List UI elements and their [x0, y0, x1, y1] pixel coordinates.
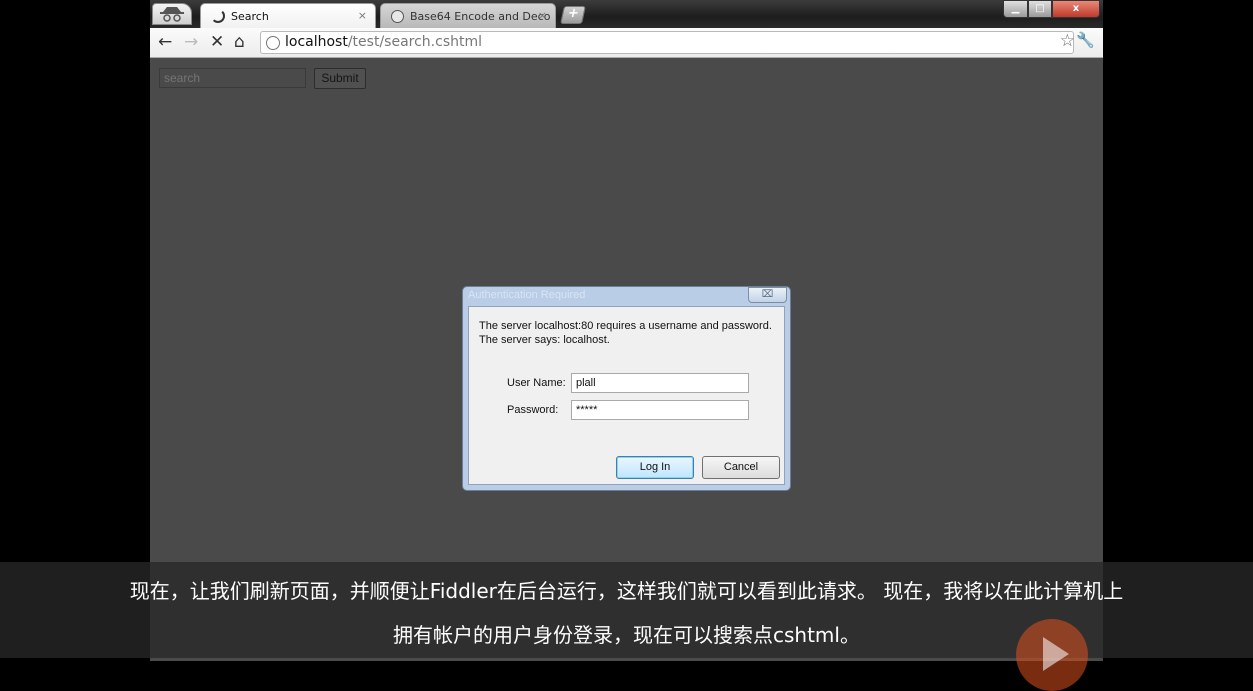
url-path: /test/search.cshtml: [347, 34, 482, 50]
address-bar[interactable]: localhost/test/search.cshtml: [260, 31, 1074, 54]
username-field[interactable]: plall: [571, 373, 749, 393]
play-icon[interactable]: [1016, 619, 1088, 691]
toolbar: ← → ✕ ⌂ localhost/test/search.cshtml ☆ 🔧: [150, 28, 1103, 58]
wrench-icon[interactable]: 🔧: [1076, 31, 1095, 49]
home-icon[interactable]: ⌂: [234, 33, 245, 51]
page-globe-icon: [266, 36, 280, 50]
new-tab-button[interactable]: +: [560, 6, 586, 24]
tab-search[interactable]: Search ×: [200, 3, 376, 28]
cancel-button[interactable]: Cancel: [702, 456, 780, 479]
search-input[interactable]: [159, 68, 306, 88]
password-field[interactable]: *****: [571, 400, 749, 420]
close-window-button[interactable]: x: [1052, 0, 1100, 18]
tab-label: Base64 Encode and Decode: [410, 9, 550, 23]
message-line-2: The server says: localhost.: [479, 334, 610, 346]
dialog-title: Authentication Required: [468, 289, 586, 301]
window-controls: ▁ □ x: [1003, 0, 1100, 18]
dialog-body: The server localhost:80 requires a usern…: [468, 306, 785, 485]
tab-close-icon[interactable]: ×: [358, 9, 367, 22]
url-host: localhost: [285, 34, 348, 50]
bookmark-star-icon[interactable]: ☆: [1060, 31, 1075, 51]
message-line-1: The server localhost:80 requires a usern…: [479, 320, 772, 332]
forward-arrow-icon[interactable]: →: [184, 33, 198, 51]
tab-label: Search: [231, 9, 269, 23]
globe-icon: [391, 9, 404, 23]
maximize-button[interactable]: □: [1028, 0, 1052, 18]
submit-button[interactable]: Submit: [314, 68, 366, 89]
password-label: Password:: [507, 404, 559, 416]
minimize-button[interactable]: ▁: [1003, 0, 1028, 18]
username-label: User Name:: [507, 377, 566, 389]
dialog-close-button[interactable]: ⌧: [748, 287, 787, 303]
back-arrow-icon[interactable]: ←: [158, 33, 172, 51]
subtitle-line-1: 现在，让我们刷新页面，并顺便让Fiddler在后台运行，这样我们就可以看到此请求…: [129, 579, 1124, 603]
incognito-icon: [152, 3, 192, 25]
dialog-message: The server localhost:80 requires a usern…: [479, 319, 772, 347]
tab-base64[interactable]: Base64 Encode and Decode ×: [380, 3, 556, 28]
loading-icon: [211, 9, 225, 23]
stop-icon[interactable]: ✕: [210, 33, 224, 51]
tab-strip: Search × Base64 Encode and Decode × + ▁ …: [150, 0, 1103, 28]
login-button[interactable]: Log In: [616, 456, 694, 479]
auth-dialog: Authentication Required ⌧ The server loc…: [462, 286, 791, 491]
tab-close-icon[interactable]: ×: [538, 9, 547, 22]
